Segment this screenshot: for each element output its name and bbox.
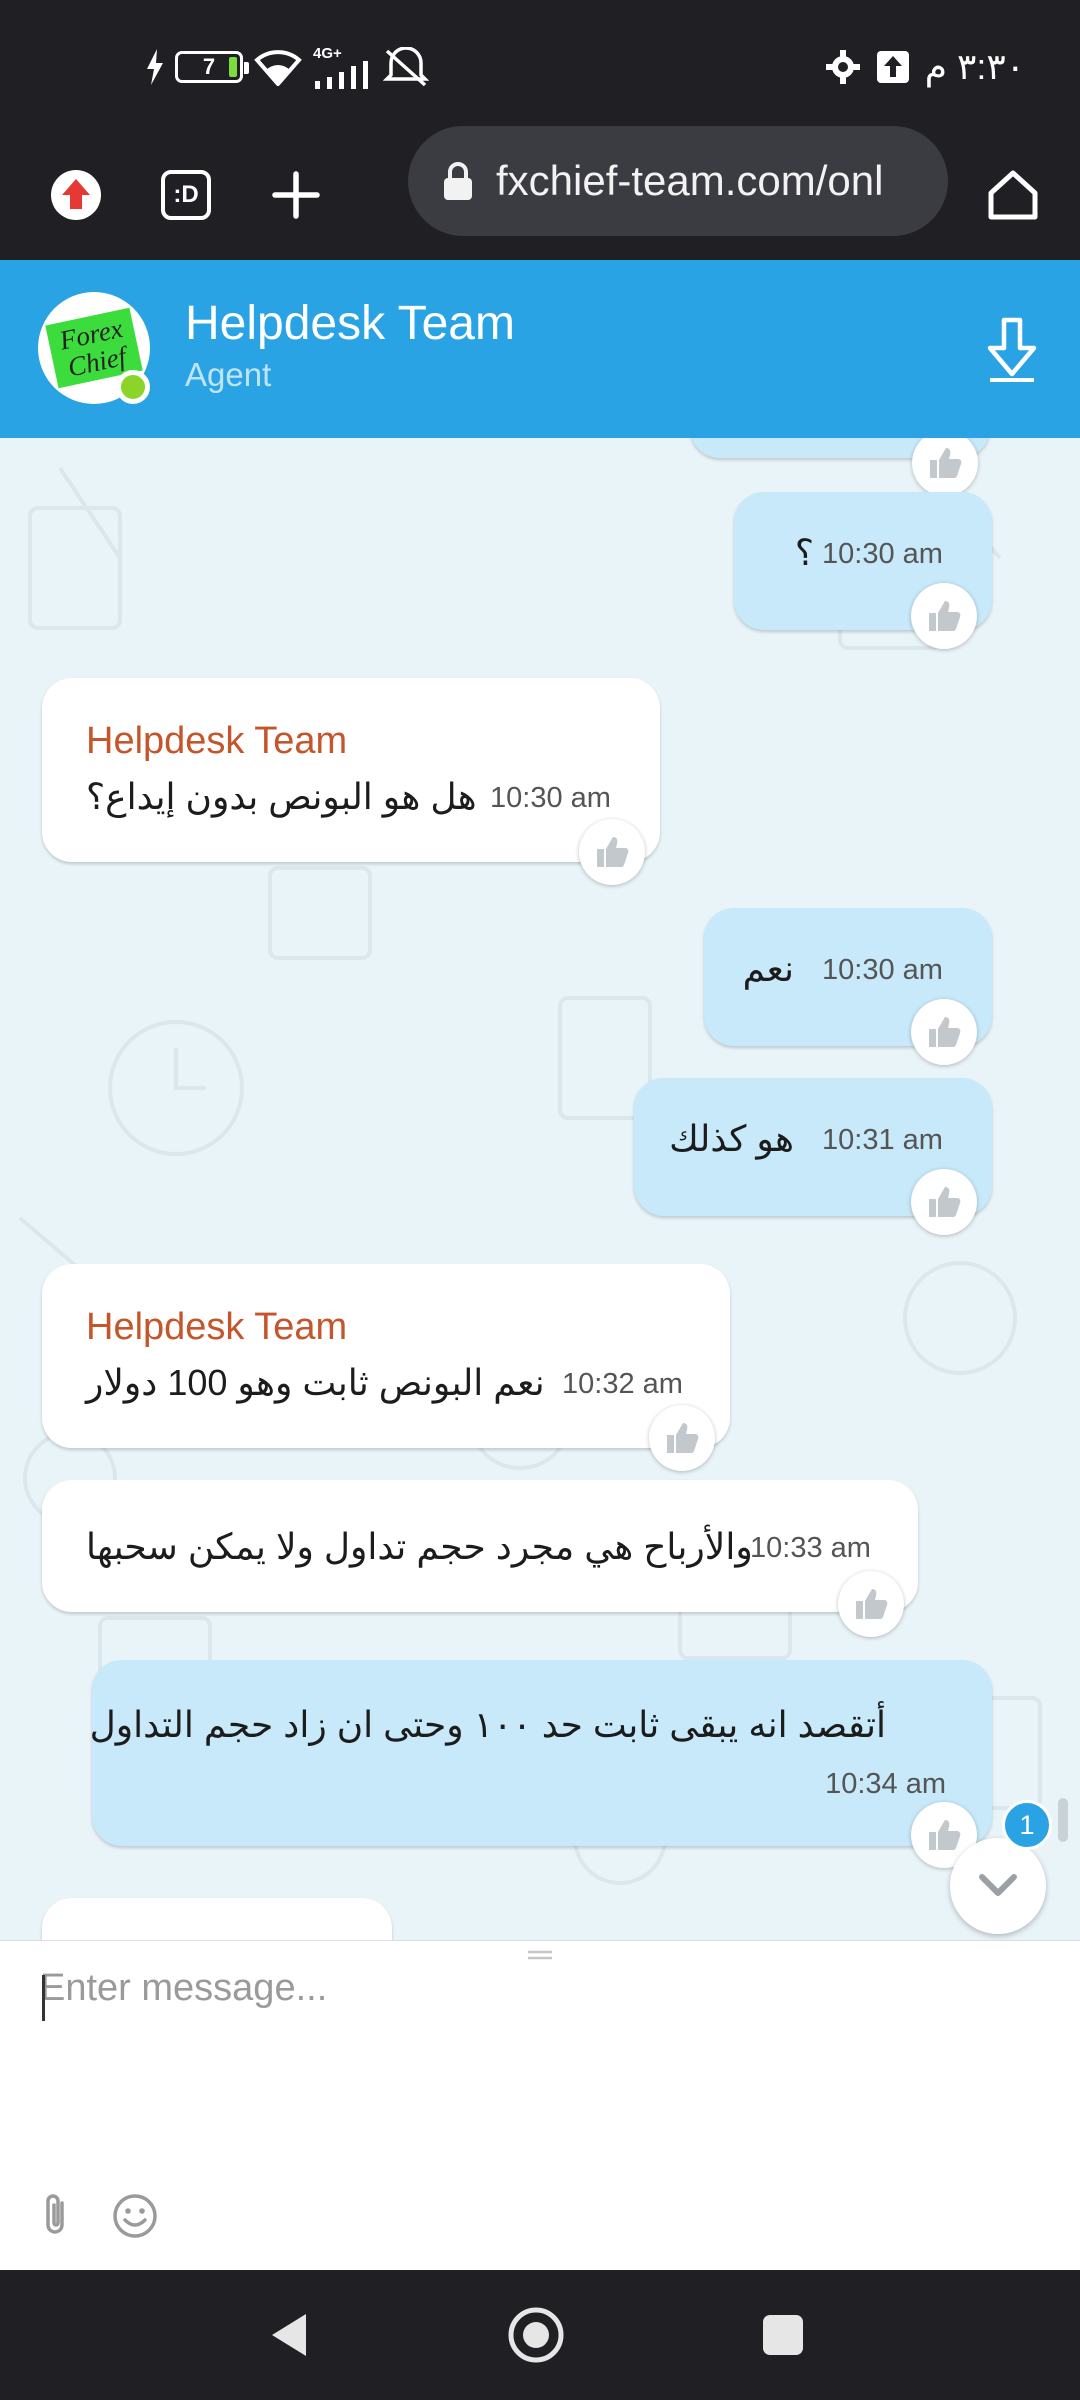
thumbs-up-icon — [856, 1589, 888, 1619]
tab-count-label: :D — [173, 181, 199, 208]
new-tab-icon — [272, 171, 320, 219]
home-circle-icon — [508, 2307, 564, 2363]
agent-role: Agent — [185, 356, 272, 393]
chevron-down-icon — [979, 1874, 1017, 1896]
scroll-to-bottom-button[interactable] — [950, 1838, 1046, 1934]
thumbs-up-icon — [929, 1820, 961, 1850]
text-cursor — [42, 1975, 45, 2021]
nav-home-button[interactable] — [503, 2302, 569, 2368]
like-button[interactable] — [838, 1571, 904, 1637]
message-text: هل هو البونص بدون إيداع؟ — [86, 776, 477, 817]
recents-icon — [763, 2315, 803, 2355]
message-text: ؟ — [794, 532, 814, 573]
message-time: 10:32 am — [562, 1368, 683, 1400]
url-text: fxchief-team.com/onl — [496, 157, 884, 204]
message-text: نعم البونص ثابت وهو 100 دولار — [86, 1362, 545, 1403]
extension-icon — [51, 170, 101, 220]
like-button[interactable] — [911, 999, 977, 1065]
message-text: نعم — [742, 948, 794, 989]
status-bar: 7 4G+ ٣:٣٠ م — [0, 0, 1080, 130]
wifi-icon — [254, 50, 302, 86]
thumbs-up-icon — [929, 1187, 961, 1217]
message-time: 10:30 am — [822, 538, 943, 570]
message-time: 10:30 am — [822, 954, 943, 986]
message-text: والأرباح هي مجرد حجم تداول ولا يمكن سحبه… — [86, 1526, 753, 1567]
nav-recents-button[interactable] — [750, 2302, 816, 2368]
message-time: 10:33 am — [750, 1532, 871, 1564]
online-status-indicator — [116, 370, 150, 404]
agent-name: Helpdesk Team — [185, 297, 515, 350]
status-time: ٣:٣٠ م — [924, 46, 1025, 87]
message-time: 10:31 am — [822, 1124, 943, 1156]
resize-handle-icon[interactable] — [526, 1949, 554, 1961]
message-bubble-partial — [42, 1898, 392, 1940]
thumbs-up-icon — [929, 601, 961, 631]
lock-icon — [444, 162, 472, 200]
home-icon — [988, 170, 1038, 220]
new-tab-button[interactable] — [256, 155, 336, 235]
home-button[interactable] — [973, 155, 1053, 235]
tabs-icon: :D — [161, 170, 211, 220]
thumbs-up-icon — [667, 1423, 699, 1453]
message-bubble-agent: Helpdesk Team نعم البونص ثابت وهو 100 دو… — [42, 1264, 730, 1448]
charging-icon — [147, 49, 163, 85]
message-input[interactable] — [40, 1967, 1040, 2147]
battery-level: 7 — [202, 54, 216, 79]
address-bar[interactable]: fxchief-team.com/onl — [408, 126, 948, 236]
like-button[interactable] — [911, 1169, 977, 1235]
like-button[interactable] — [649, 1405, 715, 1471]
message-time: 10:34 am — [825, 1768, 946, 1800]
system-navigation-bar — [0, 2270, 1080, 2400]
emoji-icon[interactable] — [110, 2191, 160, 2241]
status-icons-left: 7 4G+ — [145, 44, 429, 90]
message-list[interactable]: ؟ 10:30 am Helpdesk Team هل هو البونص بد… — [0, 438, 1080, 1940]
settings-icon — [825, 50, 860, 84]
message-bubble-agent: Helpdesk Team هل هو البونص بدون إيداع؟ 1… — [42, 678, 660, 862]
chat-header: Forex Chief Helpdesk Team Agent — [0, 260, 1080, 438]
unread-count-badge: 1 — [1002, 1800, 1052, 1850]
thumbs-up-icon — [930, 448, 962, 478]
message-bubble-user: أتقصد انه يبقى ثابت حد ١٠٠ وحتى ان زاد ح… — [89, 1660, 992, 1846]
scrollbar-thumb[interactable] — [1058, 1798, 1068, 1842]
back-icon — [272, 2314, 306, 2356]
mute-icon — [383, 47, 429, 87]
message-sender: Helpdesk Team — [86, 1306, 348, 1348]
thumbs-up-icon — [597, 837, 629, 867]
upload-icon — [876, 51, 909, 83]
nav-back-button[interactable] — [256, 2302, 322, 2368]
attach-icon[interactable] — [32, 2191, 82, 2241]
network-label: 4G+ — [313, 44, 342, 62]
message-text: أتقصد انه يبقى ثابت حد ١٠٠ وحتى ان زاد ح… — [89, 1704, 886, 1745]
message-sender: Helpdesk Team — [86, 720, 348, 762]
message-text: هو كذلك — [669, 1118, 794, 1159]
battery-icon: 7 — [175, 51, 249, 83]
signal-icon: 4G+ — [313, 46, 373, 89]
like-button[interactable] — [911, 583, 977, 649]
like-button[interactable] — [579, 819, 645, 885]
status-icons-right: ٣:٣٠ م — [825, 44, 1025, 90]
message-composer — [0, 1940, 1080, 2270]
tabs-button[interactable]: :D — [146, 155, 226, 235]
extension-button[interactable] — [36, 155, 116, 235]
thumbs-up-icon — [929, 1017, 961, 1047]
message-time: 10:30 am — [490, 782, 611, 814]
message-bubble-agent: والأرباح هي مجرد حجم تداول ولا يمكن سحبه… — [42, 1480, 918, 1612]
download-transcript-icon[interactable] — [982, 316, 1042, 382]
